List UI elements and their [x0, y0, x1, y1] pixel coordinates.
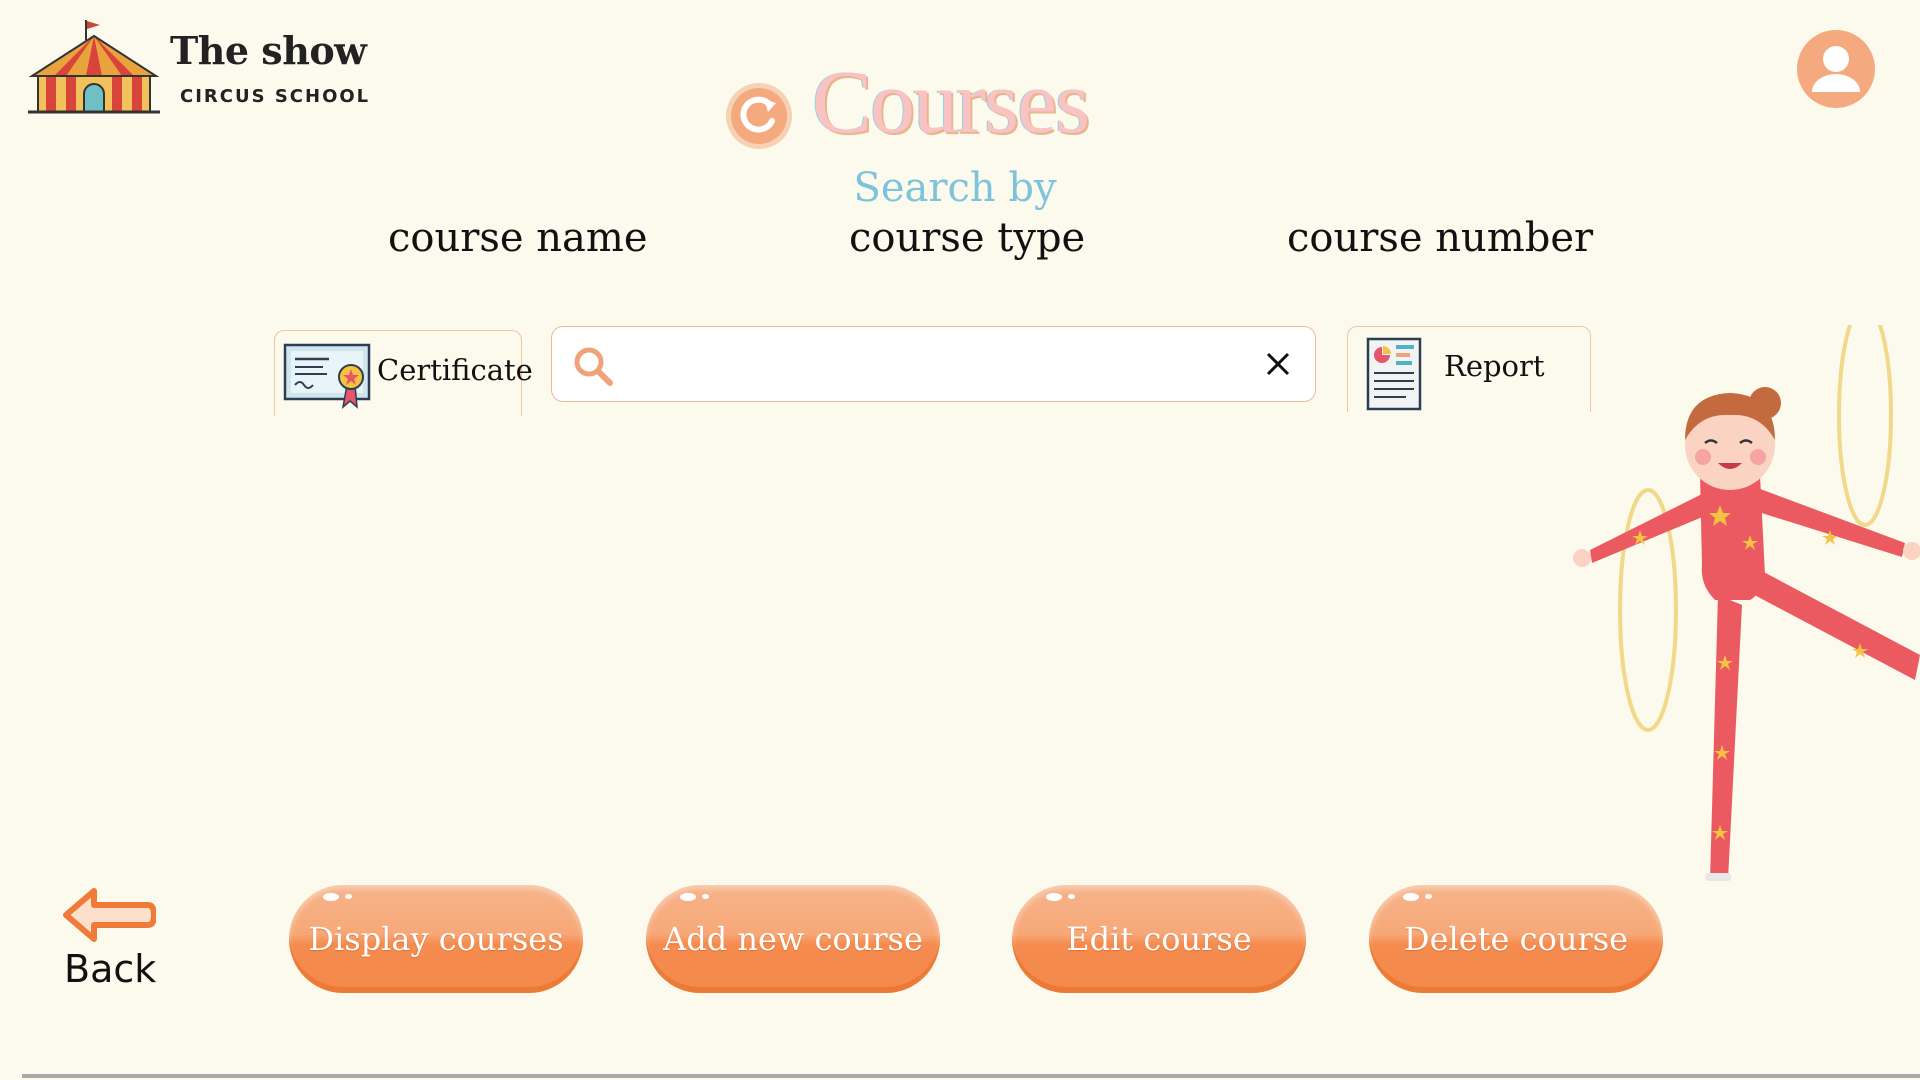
- search-option-course-name[interactable]: course name: [388, 215, 648, 261]
- report-label: Report: [1444, 349, 1545, 383]
- refresh-icon[interactable]: [724, 81, 794, 151]
- back-button[interactable]: Back: [58, 885, 168, 995]
- close-icon[interactable]: [1263, 349, 1293, 379]
- search-input[interactable]: [632, 341, 1216, 389]
- search-icon: [574, 347, 613, 386]
- display-courses-button[interactable]: Display courses: [289, 885, 583, 993]
- logo-title: The show: [170, 28, 367, 73]
- edit-course-button[interactable]: Edit course: [1012, 885, 1306, 993]
- certificate-label: Certificate: [377, 353, 533, 387]
- add-new-course-button[interactable]: Add new course: [646, 885, 940, 993]
- delete-course-button[interactable]: Delete course: [1369, 885, 1663, 993]
- circus-tent-icon: [28, 20, 160, 114]
- logo-tagline: CIRCUS SCHOOL: [180, 86, 371, 107]
- certificate-button[interactable]: Certificate: [274, 330, 533, 416]
- certificate-icon: [283, 343, 371, 409]
- search-bar: [551, 326, 1316, 402]
- back-label: Back: [64, 947, 157, 991]
- search-option-course-number[interactable]: course number: [1287, 215, 1593, 261]
- back-arrow-icon: [63, 888, 156, 942]
- user-icon: [1812, 46, 1860, 92]
- report-icon: [1366, 337, 1422, 411]
- profile-button[interactable]: [1797, 30, 1875, 108]
- report-button[interactable]: Report: [1347, 326, 1591, 412]
- bottom-divider: [22, 1074, 1920, 1078]
- search-by-heading: Search by: [853, 165, 1057, 211]
- search-option-course-type[interactable]: course type: [849, 215, 1085, 261]
- acrobat-illustration: [1573, 325, 1920, 881]
- page-title: Courses: [812, 53, 1090, 152]
